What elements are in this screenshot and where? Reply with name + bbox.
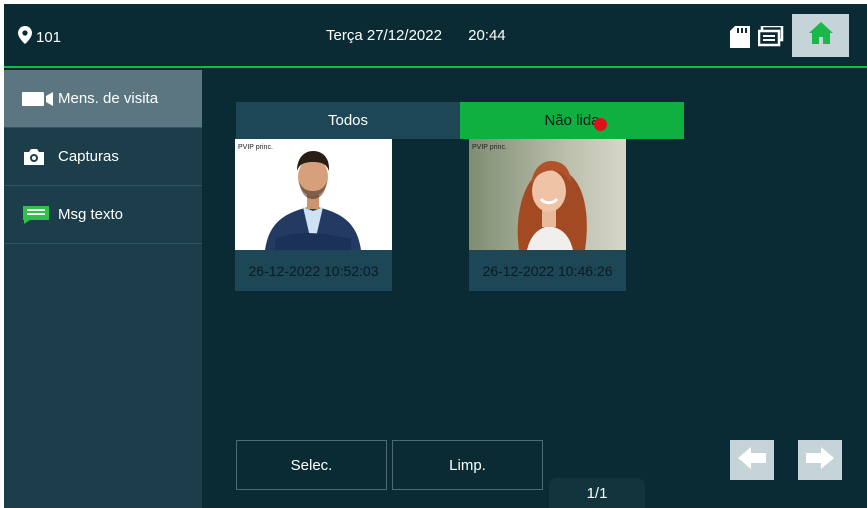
camera-icon [22, 148, 56, 166]
sidebar-item-label: Mens. de visita [58, 90, 159, 107]
page-indicator: 1/1 [549, 478, 645, 508]
sidebar-item-captures[interactable]: Capturas [4, 128, 202, 186]
message-card[interactable]: PVIP princ. 26-12-2022 10:52:03 [235, 139, 392, 291]
tab-label: Não lida [544, 112, 600, 129]
source-label: PVIP princ. [472, 144, 507, 151]
top-bar: 101 Terça 27/12/2022 20:44 [4, 4, 867, 68]
arrow-right-icon [806, 446, 834, 474]
date-time: Terça 27/12/2022 20:44 [326, 27, 506, 44]
message-timestamp: 26-12-2022 10:52:03 [248, 262, 379, 279]
unread-indicator-dot [594, 118, 607, 131]
sidebar-item-text-messages[interactable]: Msg texto [4, 186, 202, 244]
select-button-label: Selec. [290, 456, 333, 474]
date-label: 27/12/2022 [366, 27, 442, 44]
message-thumbnail: PVIP princ. [469, 139, 626, 250]
sd-card-icon [730, 26, 750, 53]
sidebar-item-label: Msg texto [58, 206, 124, 223]
tab-label: Todos [327, 112, 369, 129]
previous-page-button[interactable] [730, 440, 774, 480]
video-camera-icon [22, 91, 56, 107]
source-label: PVIP princ. [238, 144, 273, 151]
sidebar-item-label: Capturas [58, 148, 119, 165]
intercom-screen: 101 Terça 27/12/2022 20:44 Mens. de visi… [4, 4, 867, 508]
display-icon [757, 24, 784, 53]
tab-unread[interactable]: Não lida [460, 102, 684, 139]
page-text: 1/1 [586, 484, 608, 502]
message-icon [22, 205, 56, 225]
sidebar: Mens. de visita Capturas Msg texto [4, 70, 202, 508]
message-timestamp: 26-12-2022 10:46:26 [482, 262, 613, 279]
location-pin-icon [18, 26, 32, 48]
message-card[interactable]: PVIP princ. 26-12-2022 10:46:26 [469, 139, 626, 291]
clear-button[interactable]: Limp. [392, 440, 543, 490]
home-icon [808, 21, 834, 50]
filter-tabs: Todos Não lida [236, 102, 684, 139]
tab-all[interactable]: Todos [236, 102, 460, 139]
clear-button-label: Limp. [449, 456, 486, 474]
sidebar-item-visit-messages[interactable]: Mens. de visita [4, 70, 202, 128]
location: 101 [18, 26, 61, 48]
arrow-left-icon [738, 446, 766, 474]
next-page-button[interactable] [798, 440, 842, 480]
select-button[interactable]: Selec. [236, 440, 387, 490]
message-thumbnail: PVIP princ. [235, 139, 392, 250]
time-label: 20:44 [468, 27, 506, 44]
day-label: Terça [326, 27, 363, 44]
room-number: 101 [36, 28, 62, 46]
home-button[interactable] [792, 14, 849, 57]
